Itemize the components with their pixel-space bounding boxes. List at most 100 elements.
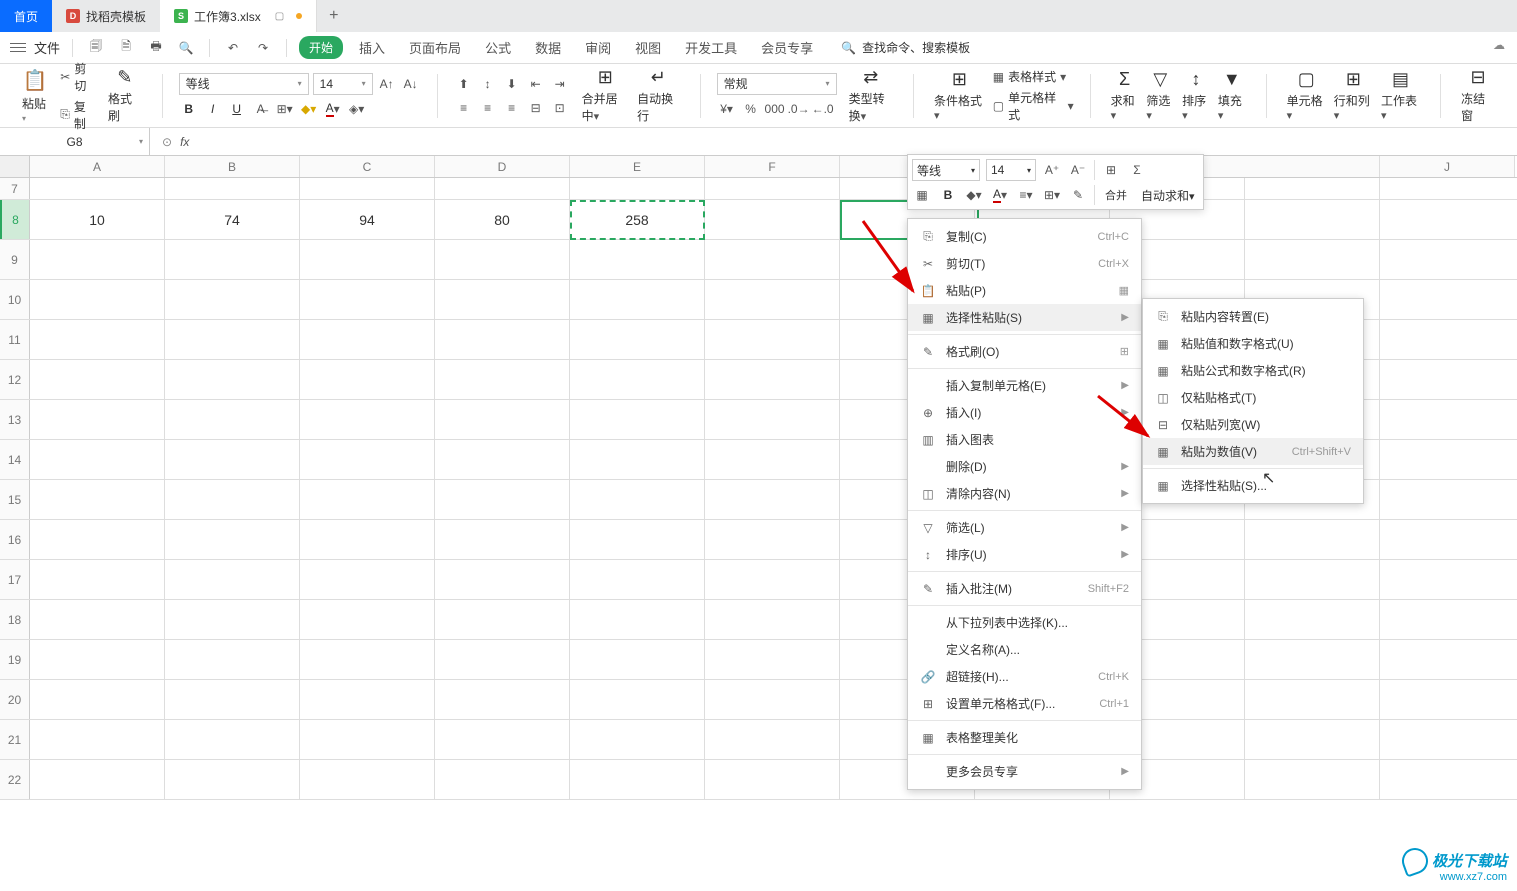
fill-color-button[interactable]: ◆▾ xyxy=(299,99,319,119)
ribbon-tab-start[interactable]: 开始 xyxy=(299,36,343,59)
row-header[interactable]: 14 xyxy=(0,440,30,479)
underline-button[interactable]: U xyxy=(227,99,247,119)
row-header[interactable]: 9 xyxy=(0,240,30,279)
percent-icon[interactable]: % xyxy=(741,99,761,119)
cell[interactable] xyxy=(570,320,705,359)
ribbon-tab-data[interactable]: 数据 xyxy=(527,38,569,57)
cell[interactable] xyxy=(30,480,165,519)
ribbon-tab-insert[interactable]: 插入 xyxy=(351,38,393,57)
context-menu-item[interactable]: ▦选择性粘贴(S)▶ xyxy=(908,304,1141,331)
mini-fillcolor-button[interactable]: ◆▾ xyxy=(964,185,984,205)
submenu-item[interactable]: ▦粘贴值和数字格式(U) xyxy=(1143,330,1363,357)
cond-format-button[interactable]: ⊞条件格式▾ xyxy=(930,69,989,122)
cell[interactable] xyxy=(1245,178,1380,199)
cell[interactable] xyxy=(300,178,435,199)
cell[interactable] xyxy=(570,560,705,599)
indent-inc-icon[interactable]: ⇥ xyxy=(550,74,570,94)
cell[interactable] xyxy=(705,760,840,799)
ribbon-tab-layout[interactable]: 页面布局 xyxy=(401,38,469,57)
cell[interactable] xyxy=(1245,640,1380,679)
cell[interactable] xyxy=(435,520,570,559)
select-all-corner[interactable] xyxy=(0,156,30,177)
cell[interactable] xyxy=(300,320,435,359)
cell[interactable] xyxy=(300,520,435,559)
row-header[interactable]: 17 xyxy=(0,560,30,599)
align-center-icon[interactable]: ≡ xyxy=(478,98,498,118)
font-decrease-icon[interactable]: A↓ xyxy=(401,74,421,94)
cell[interactable] xyxy=(300,480,435,519)
submenu-item[interactable]: ⊟仅粘贴列宽(W) xyxy=(1143,411,1363,438)
cell[interactable] xyxy=(165,680,300,719)
cell[interactable] xyxy=(30,640,165,679)
row-header[interactable]: 22 xyxy=(0,760,30,799)
dec-dec-icon[interactable]: ←.0 xyxy=(813,99,833,119)
cell[interactable] xyxy=(435,280,570,319)
copy-button[interactable]: ⎘ 复制 xyxy=(60,98,96,132)
cloud-icon[interactable]: ☁ xyxy=(1493,38,1505,52)
fill-button[interactable]: ▼填充▾ xyxy=(1214,69,1250,122)
cell[interactable] xyxy=(300,440,435,479)
cell[interactable] xyxy=(1245,200,1380,239)
submenu-item[interactable]: ▦粘贴公式和数字格式(R) xyxy=(1143,357,1363,384)
row-header[interactable]: 12 xyxy=(0,360,30,399)
context-menu-item[interactable]: 插入复制单元格(E)▶ xyxy=(908,372,1141,399)
format-painter-button[interactable]: ✎格式刷 xyxy=(104,67,146,124)
cell[interactable] xyxy=(570,760,705,799)
cell[interactable]: 94 xyxy=(300,200,435,239)
row-header[interactable]: 21 xyxy=(0,720,30,759)
font-increase-icon[interactable]: A↑ xyxy=(377,74,397,94)
workbook-tab[interactable]: S 工作簿3.xlsx ▢ xyxy=(160,0,317,32)
context-menu-item[interactable]: ↕排序(U)▶ xyxy=(908,541,1141,568)
cell[interactable] xyxy=(165,240,300,279)
row-header[interactable]: 16 xyxy=(0,520,30,559)
dec-inc-icon[interactable]: .0→ xyxy=(789,99,809,119)
cell[interactable] xyxy=(705,640,840,679)
rowcol-button[interactable]: ⊞行和列▾ xyxy=(1330,69,1377,122)
cell[interactable] xyxy=(30,560,165,599)
row-header[interactable]: 15 xyxy=(0,480,30,519)
mini-align-button[interactable]: ≡▾ xyxy=(1016,185,1036,205)
cell[interactable] xyxy=(300,680,435,719)
currency-icon[interactable]: ¥▾ xyxy=(717,99,737,119)
cell[interactable] xyxy=(435,400,570,439)
file-menu[interactable]: 文件 xyxy=(34,38,60,57)
cell[interactable] xyxy=(30,680,165,719)
ribbon-tab-view[interactable]: 视图 xyxy=(627,38,669,57)
preview-icon[interactable]: 🔍 xyxy=(175,37,197,59)
save2-icon[interactable]: 🗎 xyxy=(115,37,137,59)
ribbon-tab-dev[interactable]: 开发工具 xyxy=(677,38,745,57)
cell[interactable] xyxy=(1245,720,1380,759)
templates-tab[interactable]: D 找稻壳模板 xyxy=(52,0,160,32)
context-menu-item[interactable]: ⎘复制(C)Ctrl+C xyxy=(908,223,1141,250)
align-top-icon[interactable]: ⬆ xyxy=(454,74,474,94)
cell[interactable] xyxy=(30,280,165,319)
merge-button[interactable]: ⊞合并居中▾ xyxy=(578,67,633,124)
col-header-j[interactable]: J xyxy=(1380,156,1515,177)
cell[interactable] xyxy=(435,240,570,279)
cell[interactable] xyxy=(300,600,435,639)
cell[interactable] xyxy=(705,320,840,359)
context-menu-item[interactable]: ✎插入批注(M)Shift+F2 xyxy=(908,575,1141,602)
row-header[interactable]: 8 xyxy=(0,200,30,239)
context-menu-item[interactable]: ▽筛选(L)▶ xyxy=(908,514,1141,541)
row-header[interactable]: 20 xyxy=(0,680,30,719)
mini-merge-label[interactable]: 合并 xyxy=(1101,187,1131,203)
cell[interactable] xyxy=(165,760,300,799)
cell[interactable] xyxy=(435,640,570,679)
cell[interactable] xyxy=(570,178,705,199)
cell[interactable] xyxy=(705,720,840,759)
context-menu-item[interactable]: ⊕插入(I)▶ xyxy=(908,399,1141,426)
indent2-icon[interactable]: ⊟ xyxy=(526,98,546,118)
wrap-button[interactable]: ↵自动换行 xyxy=(633,67,684,124)
cell[interactable] xyxy=(570,680,705,719)
cell[interactable] xyxy=(300,280,435,319)
cell[interactable] xyxy=(570,280,705,319)
cell[interactable] xyxy=(30,760,165,799)
number-format-select[interactable]: 常规▾ xyxy=(717,73,837,95)
hamburger-icon[interactable] xyxy=(10,43,26,52)
cut-button[interactable]: ✂ 剪切 xyxy=(60,60,96,94)
ribbon-tab-member[interactable]: 会员专享 xyxy=(753,38,821,57)
sum-button[interactable]: Σ求和▾ xyxy=(1107,69,1143,122)
fx-icon[interactable]: fx xyxy=(180,135,189,149)
cell[interactable] xyxy=(300,560,435,599)
